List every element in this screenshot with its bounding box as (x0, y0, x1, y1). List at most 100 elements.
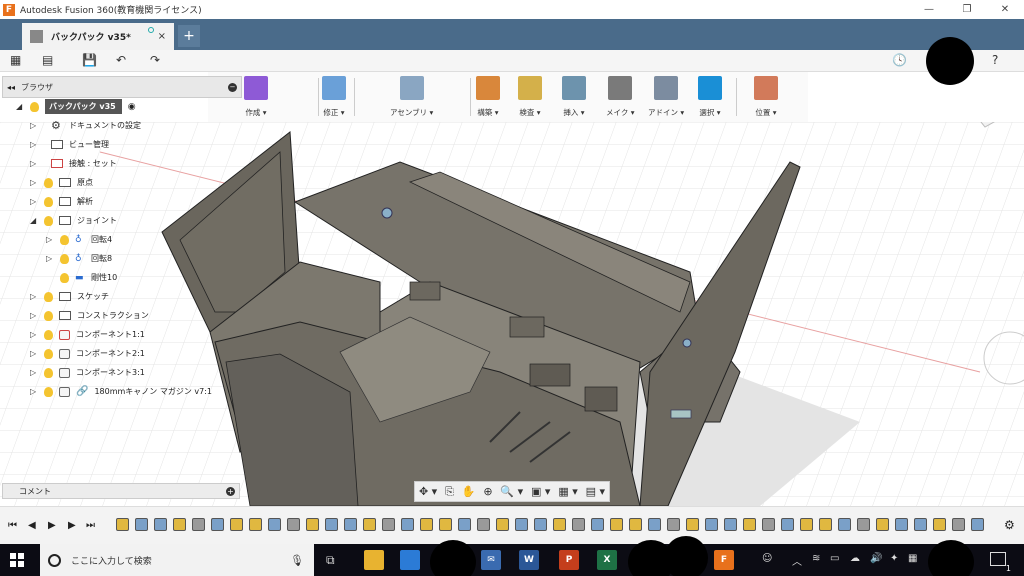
timeline-feature-icon[interactable] (724, 518, 737, 531)
timeline-feature-icon[interactable] (952, 518, 965, 531)
timeline-feature-icon[interactable] (781, 518, 794, 531)
timeline-feature-icon[interactable] (268, 518, 281, 531)
collapse-browser-icon[interactable]: ◂◂ (7, 83, 15, 92)
timeline-feature-icon[interactable] (838, 518, 851, 531)
ribbon-group-position[interactable]: 位置 ▾ (754, 72, 778, 122)
help-icon[interactable]: ? (992, 53, 998, 67)
timeline-feature-icon[interactable] (553, 518, 566, 531)
document-tab[interactable]: バックパック v35* × (22, 23, 174, 50)
visibility-bulb-icon[interactable] (60, 253, 69, 264)
timeline-settings-gear-icon[interactable]: ⚙ (1004, 518, 1015, 532)
timeline-feature-icon[interactable] (325, 518, 338, 531)
word-icon[interactable]: W (519, 550, 539, 570)
visibility-bulb-icon[interactable] (60, 234, 69, 245)
timeline-feature-icon[interactable] (154, 518, 167, 531)
job-status-clock-icon[interactable]: 🕓 (892, 53, 907, 67)
visibility-bulb-icon[interactable] (44, 215, 53, 226)
tree-item-cannon-magazine[interactable]: ▷ 🔗 180mmキャノン マガジン v7:1 (30, 382, 212, 401)
tree-item-document-settings[interactable]: ▷ ⚙ ドキュメントの設定 (30, 116, 141, 135)
dropbox-icon[interactable]: ✦ (890, 553, 898, 564)
timeline-feature-icon[interactable] (914, 518, 927, 531)
visibility-bulb-icon[interactable] (44, 177, 53, 188)
battery-icon[interactable]: ▭ (830, 553, 839, 564)
timeline-feature-icon[interactable] (895, 518, 908, 531)
timeline-feature-icon[interactable] (192, 518, 205, 531)
timeline-feature-icon[interactable] (363, 518, 376, 531)
timeline-feature-icon[interactable] (344, 518, 357, 531)
onedrive-icon[interactable]: ☁ (850, 553, 860, 564)
tree-root[interactable]: ◢ バックパック v35 ◉ (16, 97, 136, 116)
timeline-feature-icon[interactable] (306, 518, 319, 531)
excel-icon[interactable]: X (597, 550, 617, 570)
timeline-feature-icon[interactable] (135, 518, 148, 531)
timeline-feature-icon[interactable] (819, 518, 832, 531)
pan-icon[interactable]: ✋ (462, 485, 476, 498)
file-menu-icon[interactable]: ▤ (42, 53, 53, 67)
timeline-feature-icon[interactable] (401, 518, 414, 531)
timeline-play-button[interactable]: ▶ (48, 520, 56, 531)
tree-item-view-manager[interactable]: ▷ ビュー管理 (30, 135, 109, 154)
windows-start-icon[interactable] (10, 553, 24, 567)
new-tab-button[interactable]: + (178, 25, 200, 47)
expand-caret-icon[interactable]: ◢ (16, 102, 26, 111)
visibility-bulb-icon[interactable] (44, 196, 53, 207)
comments-panel[interactable]: コメント + (2, 483, 240, 499)
close-window-button[interactable]: ✕ (986, 0, 1024, 19)
timeline-feature-icon[interactable] (534, 518, 547, 531)
tree-item-component-3[interactable]: ▷ コンポーネント3:1 (30, 363, 145, 382)
display-settings-icon[interactable]: ▣ ▾ (531, 485, 550, 498)
minimize-browser-button[interactable]: − (228, 82, 237, 92)
save-icon[interactable]: 💾 (82, 53, 97, 67)
mail-icon[interactable]: ✉ (481, 550, 501, 570)
timeline-feature-icon[interactable] (591, 518, 604, 531)
timeline-feature-icon[interactable] (876, 518, 889, 531)
language-icon[interactable]: ▦ (908, 553, 917, 564)
zoom-icon[interactable]: ⊕ (483, 485, 492, 498)
timeline-feature-icon[interactable] (173, 518, 186, 531)
tree-item-contact-set[interactable]: ▷ 接触 : セット (30, 154, 117, 173)
visibility-bulb-icon[interactable] (44, 291, 53, 302)
orbit-icon[interactable]: ✥ ▾ (419, 485, 437, 498)
tree-item-revolute-4[interactable]: ▷ ♁ 回転4 (46, 230, 112, 249)
timeline-feature-icon[interactable] (743, 518, 756, 531)
task-view-icon[interactable]: ⧉ (326, 553, 335, 568)
ribbon-group-inspect[interactable]: 検査 ▾ (518, 72, 542, 122)
timeline-feature-icon[interactable] (857, 518, 870, 531)
timeline-feature-icon[interactable] (572, 518, 585, 531)
minimize-button[interactable]: — (910, 0, 948, 19)
timeline-feature-icon[interactable] (686, 518, 699, 531)
look-at-icon[interactable]: ⎘ (445, 485, 454, 499)
timeline-feature-icon[interactable] (382, 518, 395, 531)
volume-icon[interactable]: 🔊 (870, 553, 882, 564)
add-comment-button[interactable]: + (226, 486, 235, 496)
timeline-feature-icon[interactable] (705, 518, 718, 531)
timeline-feature-icon[interactable] (629, 518, 642, 531)
visibility-bulb-icon[interactable] (44, 386, 53, 397)
activate-radio-icon[interactable]: ◉ (128, 102, 136, 112)
visibility-bulb-icon[interactable] (44, 310, 53, 321)
timeline-feature-icon[interactable] (762, 518, 775, 531)
timeline-feature-icon[interactable] (515, 518, 528, 531)
visibility-bulb-icon[interactable] (30, 101, 39, 112)
people-icon[interactable]: ☺ (762, 553, 772, 564)
tree-item-component-1[interactable]: ▷ コンポーネント1:1 (30, 325, 145, 344)
browser-panel-header[interactable]: ◂◂ ブラウザ − (2, 76, 242, 98)
account-avatar[interactable] (926, 37, 974, 85)
timeline-next-button[interactable]: ▶ (68, 520, 76, 531)
action-center-icon[interactable]: 1 (990, 552, 1011, 573)
microphone-icon[interactable]: 🎙 (290, 554, 304, 567)
ribbon-group-construct[interactable]: 構築 ▾ (476, 72, 500, 122)
timeline-prev-button[interactable]: ◀ (28, 520, 36, 531)
ribbon-group-modify[interactable]: 修正 ▾ (322, 72, 346, 122)
expand-caret-icon[interactable]: ▷ (30, 121, 40, 130)
ribbon-group-addins[interactable]: アドイン ▾ (648, 72, 684, 122)
ribbon-group-assemble[interactable]: アセンブリ ▾ (390, 72, 433, 122)
ribbon-group-insert[interactable]: 挿入 ▾ (562, 72, 586, 122)
visibility-bulb-icon[interactable] (44, 348, 53, 359)
visibility-bulb-icon[interactable] (44, 329, 53, 340)
fusion-taskbar-icon[interactable]: F (714, 550, 734, 570)
timeline-feature-icon[interactable] (971, 518, 984, 531)
ribbon-group-select[interactable]: 選択 ▾ (698, 72, 722, 122)
timeline-feature-icon[interactable] (211, 518, 224, 531)
close-tab-button[interactable]: × (158, 31, 166, 42)
